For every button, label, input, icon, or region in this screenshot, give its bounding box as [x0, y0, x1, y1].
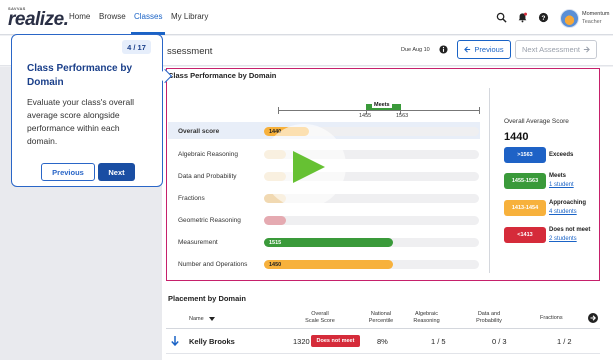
avatar	[560, 9, 579, 28]
status-badge: Does not meet	[311, 335, 360, 347]
score-scale-axis	[278, 110, 479, 111]
tour-title: Class Performance by Domain	[27, 63, 133, 88]
summary-divider	[489, 88, 490, 273]
arrow-down-icon	[171, 336, 179, 346]
legend-meets-students-link[interactable]: 1 student	[549, 182, 574, 188]
arrow-left-icon	[464, 46, 471, 53]
logo-wordmark: realize.	[8, 9, 69, 30]
student-scale-score: 1320	[293, 337, 310, 346]
placement-title: Placement by Domain	[168, 294, 246, 303]
domain-label-data-probability[interactable]: Data and Probability	[178, 173, 237, 180]
scale-tick	[479, 107, 480, 114]
previous-assessment-button[interactable]: Previous	[457, 40, 511, 59]
overall-average-score: 1440	[504, 131, 529, 143]
domain-bar-value: 1450	[269, 261, 282, 268]
domain-bar-fill[interactable]	[264, 260, 393, 269]
legend-approaching-students-link[interactable]: 4 students	[549, 209, 577, 215]
info-icon[interactable]	[439, 45, 448, 54]
svg-text:?: ?	[542, 15, 546, 22]
legend-approaching-name: Approaching	[549, 200, 586, 206]
previous-assessment-label: Previous	[474, 45, 504, 54]
scroll-right-icon[interactable]	[588, 313, 598, 323]
assessment-title: ssessment	[167, 46, 213, 57]
nav-classes[interactable]: Classes	[134, 12, 162, 21]
guided-tour-popover: 4 / 17 Class Performance by Domain Evalu…	[11, 34, 173, 187]
domain-bar-track	[264, 216, 479, 225]
notification-bell-icon[interactable]	[517, 12, 528, 23]
domain-bar-fill[interactable]	[264, 238, 393, 247]
legend-meets-name: Meets	[549, 173, 567, 179]
user-name: Momentum	[582, 11, 610, 17]
help-icon[interactable]: ?	[538, 12, 549, 23]
nav-my-library[interactable]: My Library	[171, 12, 208, 21]
user-menu[interactable]: Momentum Teacher	[560, 9, 612, 28]
arrow-right-icon	[583, 46, 590, 53]
next-assessment-label: Next Assessment	[522, 45, 580, 54]
play-icon[interactable]	[293, 151, 325, 183]
tour-previous-button[interactable]: Previous	[41, 163, 95, 181]
legend-does-not-meet-range: <1413	[504, 227, 546, 243]
tour-body: Evaluate your class's overall average sc…	[27, 97, 134, 146]
meets-low-value: 1455	[359, 113, 372, 119]
realize-logo[interactable]: SAVVAS realize.	[8, 6, 69, 30]
domain-label-geometric[interactable]: Geometric Reasoning	[178, 217, 241, 224]
domain-label-fractions[interactable]: Fractions	[178, 195, 205, 202]
user-role: Teacher	[582, 19, 602, 25]
tour-step-counter: 4 / 17	[122, 40, 151, 54]
column-header-data-probability[interactable]: Data and Probability	[471, 311, 507, 325]
next-assessment-button[interactable]: Next Assessment	[515, 40, 597, 59]
overall-average-label: Overall Average Score	[504, 118, 569, 125]
legend-does-not-meet-name: Does not meet	[549, 227, 591, 233]
legend-exceeds-name: Exceeds	[549, 152, 574, 158]
search-icon[interactable]	[496, 12, 507, 23]
nav-browse[interactable]: Browse	[99, 12, 126, 21]
student-name[interactable]: Kelly Brooks	[189, 337, 235, 346]
class-performance-title: Class Performance by Domain	[168, 71, 277, 80]
due-date: Due Aug 10	[401, 47, 430, 53]
scale-tick	[278, 107, 279, 114]
legend-exceeds-range: >1563	[504, 147, 546, 163]
meets-band-label: Meets	[372, 102, 392, 108]
column-header-scale-score[interactable]: Overall Scale Score	[305, 311, 335, 325]
student-fractions: 1 / 2	[557, 337, 572, 346]
column-header-algebraic[interactable]: Algebraic Reasoning	[409, 311, 444, 325]
domain-label-number-operations[interactable]: Number and Operations	[178, 261, 247, 268]
column-header-percentile[interactable]: National Percentile	[366, 311, 396, 325]
column-header-fractions[interactable]: Fractions	[540, 315, 563, 322]
legend-meets-range: 1455-1563	[504, 173, 546, 189]
student-percentile: 8%	[377, 337, 388, 346]
column-header-name[interactable]: Name	[189, 316, 204, 323]
nav-home[interactable]: Home	[69, 12, 90, 21]
meets-high-value: 1563	[396, 113, 409, 119]
student-algebraic: 1 / 5	[431, 337, 446, 346]
domain-label-algebraic[interactable]: Algebraic Reasoning	[178, 151, 238, 158]
domain-bar-value: 1515	[269, 239, 282, 246]
domain-label-overall: Overall score	[178, 128, 220, 135]
domain-label-measurement[interactable]: Measurement	[178, 239, 218, 246]
student-data-probability: 0 / 3	[492, 337, 507, 346]
legend-approaching-range: 1413-1454	[504, 200, 546, 216]
legend-does-not-meet-students-link[interactable]: 2 students	[549, 236, 577, 242]
domain-bar-fill[interactable]	[264, 216, 286, 225]
sort-down-icon[interactable]	[209, 317, 215, 322]
tour-next-button[interactable]: Next	[98, 163, 135, 181]
top-nav: SAVVAS realize. Home Browse Classes My L…	[0, 0, 613, 35]
